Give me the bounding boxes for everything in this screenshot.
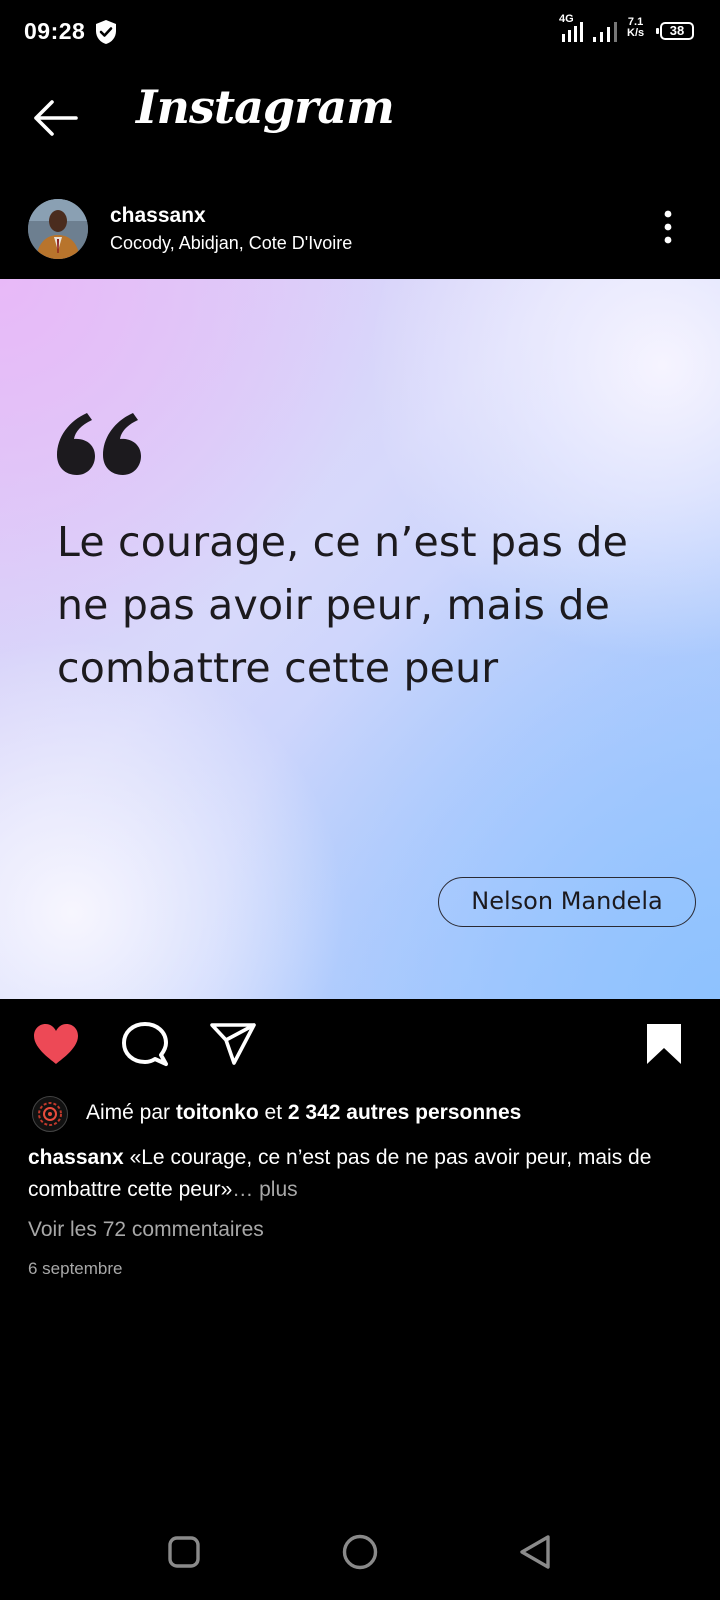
shield-icon <box>94 19 118 50</box>
likes-prefix: Aimé par <box>86 1101 171 1124</box>
battery-level: 38 <box>669 23 685 38</box>
more-vertical-icon[interactable] <box>664 210 672 249</box>
app-header: Instagram <box>0 64 720 182</box>
signal-icon <box>593 20 623 47</box>
likes-count[interactable]: 2 342 autres personnes <box>288 1101 521 1124</box>
app-title: Instagram <box>136 80 395 134</box>
liker-avatar[interactable] <box>32 1096 68 1132</box>
back-arrow-icon[interactable] <box>32 98 78 143</box>
heart-icon[interactable] <box>32 1023 80 1070</box>
network-speed: 7.1 K/s <box>627 17 644 39</box>
post-header: chassanx Cocody, Abidjan, Cote D'Ivoire <box>0 182 720 279</box>
likes-connector: et <box>264 1101 283 1124</box>
post-image[interactable]: Le courage, ce n’est pas de ne pas avoir… <box>0 279 720 999</box>
home-icon[interactable] <box>342 1534 378 1575</box>
post-caption: chassanx «Le courage, ce n’est pas de ne… <box>28 1142 692 1206</box>
quote-mark-icon <box>57 413 141 480</box>
view-comments-link[interactable]: Voir les 72 commentaires <box>28 1218 264 1242</box>
post-actions <box>0 999 720 1087</box>
system-navbar <box>0 1500 720 1600</box>
quote-text: Le courage, ce n’est pas de ne pas avoir… <box>57 518 628 692</box>
post-username[interactable]: chassanx <box>110 204 206 228</box>
quote-author: Nelson Mandela <box>438 877 696 927</box>
bookmark-icon[interactable] <box>646 1023 682 1070</box>
caption-username[interactable]: chassanx <box>28 1146 124 1169</box>
recent-apps-icon[interactable] <box>168 1536 200 1573</box>
liker-username[interactable]: toitonko <box>176 1101 259 1124</box>
back-icon[interactable] <box>518 1534 552 1575</box>
likes-text[interactable]: Aimé par toitonko et 2 342 autres person… <box>86 1101 521 1125</box>
post-date: 6 septembre <box>28 1259 123 1278</box>
signal-icon <box>562 22 586 47</box>
caption-more-link[interactable]: … plus <box>232 1178 297 1201</box>
battery-icon: 38 <box>656 22 694 40</box>
avatar[interactable] <box>28 199 88 259</box>
status-bar: 09:28 4G 7.1 K/s 38 <box>0 0 720 64</box>
post-location[interactable]: Cocody, Abidjan, Cote D'Ivoire <box>110 233 352 254</box>
speed-unit: K/s <box>627 27 645 39</box>
comment-icon[interactable] <box>121 1021 169 1074</box>
likes-row[interactable]: Aimé par toitonko et 2 342 autres person… <box>0 1093 720 1133</box>
status-time: 09:28 <box>24 18 86 44</box>
share-icon[interactable] <box>209 1022 257 1071</box>
